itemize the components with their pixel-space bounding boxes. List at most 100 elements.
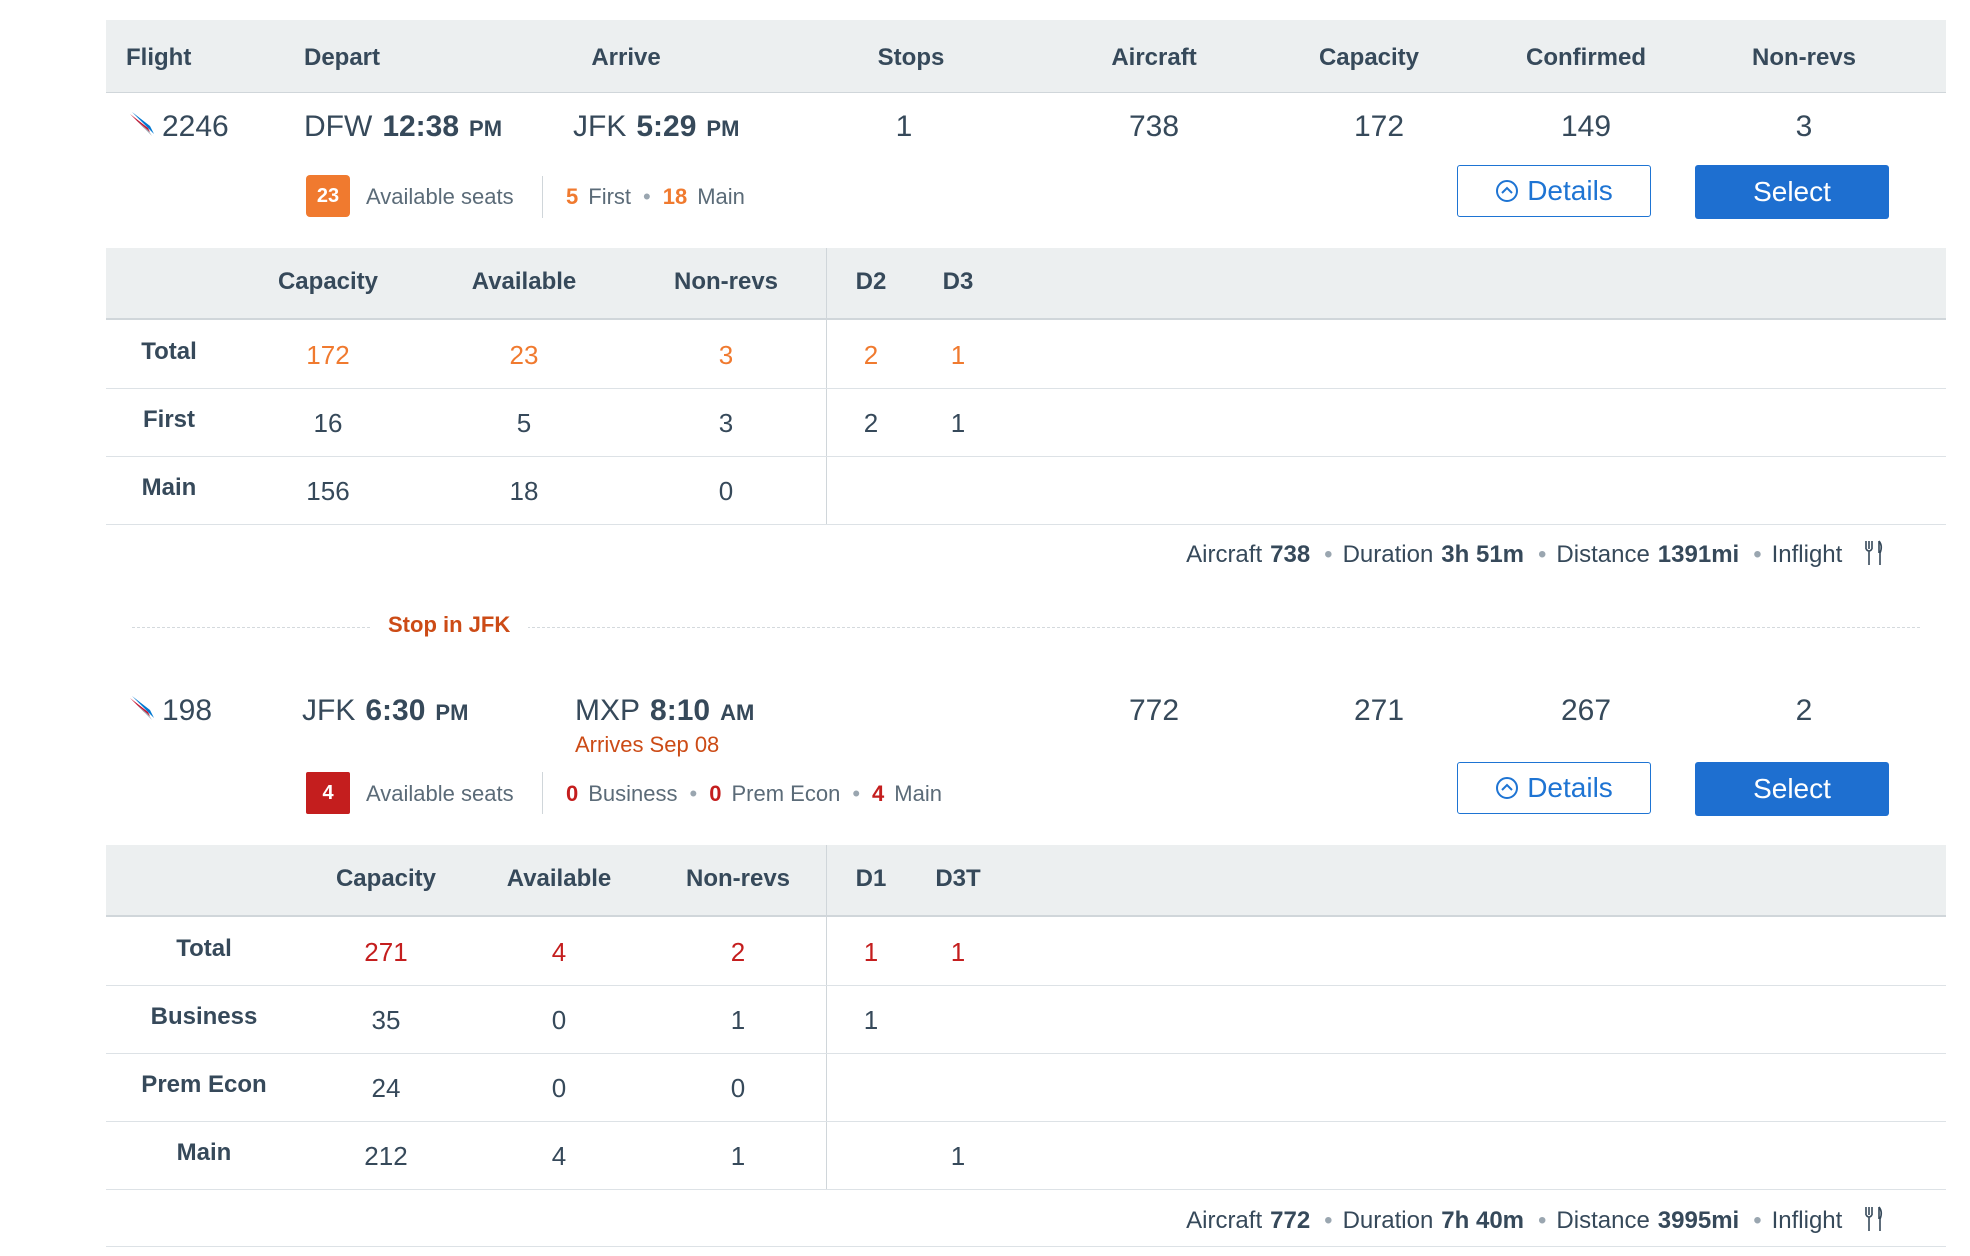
table-cell: 212: [364, 1141, 408, 1171]
available-seats-badge: 23: [306, 175, 350, 217]
cabin-availability: 5 First • 18 Main: [566, 184, 745, 209]
header-arrive: Arrive: [591, 44, 661, 71]
stops-value: 1: [895, 110, 913, 143]
confirmed-value: 267: [1560, 694, 1612, 727]
table-cell: 0: [730, 1073, 746, 1103]
table-cell: 5: [516, 408, 532, 438]
aircraft-value: 738: [1128, 110, 1180, 143]
select-button[interactable]: Select: [1695, 762, 1889, 816]
row-label-first: First: [142, 406, 196, 433]
flight-number: 2246: [128, 110, 229, 144]
table-cell: 4: [551, 937, 567, 967]
table-cell: 0: [551, 1073, 567, 1103]
th-nonrevs: Non-revs: [685, 865, 791, 892]
airline-logo-icon: [130, 696, 154, 720]
flight-info-line: Aircraft 738 • Duration 3h 51m • Distance 1391m…: [1186, 540, 1885, 569]
row-label-prem-econ: Prem Econ: [141, 1071, 267, 1098]
table-cell: 1: [863, 1005, 879, 1035]
aircraft-value: 772: [1128, 694, 1180, 727]
table-cell: 35: [371, 1005, 401, 1035]
capacity-value: 172: [1353, 110, 1405, 143]
cabin-availability: 0 Business • 0 Prem Econ • 4 Main: [566, 781, 942, 806]
arrive-info: JFK 5:29 PM: [573, 110, 739, 144]
row-divider: [106, 1246, 1946, 1247]
header-capacity: Capacity: [1318, 44, 1420, 71]
table-cell: 1: [730, 1005, 746, 1035]
row-divider: [106, 1189, 1946, 1190]
arrive-time: 8:10: [650, 694, 711, 727]
flight-info-line: Aircraft 772 • Duration 7h 40m • Distance 3995m…: [1186, 1206, 1885, 1235]
arrive-ampm: AM: [720, 700, 755, 725]
flight-results: Flight Depart Arrive Stops Aircraft Capa…: [0, 0, 1970, 1256]
table-cell: 1: [730, 1141, 746, 1171]
table-cell: 3: [718, 408, 734, 438]
th-capacity: Capacity: [335, 865, 437, 892]
table-cell: 2: [863, 340, 879, 370]
row-divider: [106, 456, 1946, 457]
arrive-ampm: PM: [706, 116, 740, 141]
table-cell: 18: [509, 476, 539, 506]
table-cell: 0: [551, 1005, 567, 1035]
row-label-main: Main: [176, 1139, 232, 1166]
row-label-main: Main: [141, 474, 197, 501]
table-cell: 0: [718, 476, 734, 506]
table-cell: 3: [718, 340, 734, 370]
th-available: Available: [506, 865, 612, 892]
row-label-business: Business: [150, 1003, 258, 1030]
arrives-date-note: Arrives Sep 08: [575, 732, 720, 757]
table-cell: 172: [306, 340, 350, 370]
header-confirmed: Confirmed: [1526, 44, 1646, 71]
depart-airport: JFK: [302, 694, 356, 727]
available-seats-label: Available seats: [366, 184, 514, 209]
capacity-value: 271: [1353, 694, 1405, 727]
th-available: Available: [471, 268, 577, 295]
depart-airport: DFW: [304, 110, 373, 143]
stop-label: Stop in JFK: [370, 612, 529, 638]
table-cell: 4: [551, 1141, 567, 1171]
fork-knife-icon: [1865, 540, 1883, 565]
header-stops: Stops: [877, 44, 945, 71]
chevron-up-circle-icon: [1496, 180, 1519, 202]
seat-table-header: Capacity Available Non-revs D2 D3: [106, 248, 1946, 320]
header-aircraft: Aircraft: [1111, 44, 1197, 71]
th-capacity: Capacity: [277, 268, 379, 295]
th-d3: D3: [942, 268, 974, 295]
row-label-total: Total: [176, 935, 232, 962]
arrive-airport: MXP: [575, 694, 641, 727]
nonrevs-value: 2: [1795, 694, 1813, 727]
depart-info: DFW 12:38 PM: [304, 110, 502, 144]
table-cell: 24: [371, 1073, 401, 1103]
row-divider: [106, 388, 1946, 389]
chevron-up-circle-icon: [1496, 777, 1519, 799]
table-cell: 1: [950, 340, 966, 370]
table-cell: 2: [863, 408, 879, 438]
details-button[interactable]: Details: [1457, 165, 1651, 217]
header-nonrevs: Non-revs: [1751, 44, 1857, 71]
table-cell: 1: [950, 937, 966, 967]
airline-logo-icon: [130, 112, 154, 136]
depart-time: 12:38: [382, 110, 460, 143]
th-d2: D2: [855, 268, 887, 295]
flight-number: 198: [128, 694, 212, 728]
th-nonrevs: Non-revs: [673, 268, 779, 295]
details-button[interactable]: Details: [1457, 762, 1651, 814]
available-seats-badge: 4: [306, 772, 350, 814]
arrive-airport: JFK: [573, 110, 627, 143]
depart-info: JFK 6:30 PM: [302, 694, 468, 728]
results-header: Flight Depart Arrive Stops Aircraft Capa…: [106, 20, 1946, 93]
seat-table-header: Capacity Available Non-revs D1 D3T: [106, 845, 1946, 917]
fork-knife-icon: [1865, 1206, 1883, 1231]
table-cell: 1: [950, 408, 966, 438]
arrive-time: 5:29: [636, 110, 697, 143]
row-divider: [106, 985, 1946, 986]
select-button[interactable]: Select: [1695, 165, 1889, 219]
row-label-total: Total: [141, 338, 197, 365]
depart-ampm: PM: [435, 700, 469, 725]
table-cell: 23: [509, 340, 539, 370]
divider: [542, 176, 543, 218]
table-cell: 2: [730, 937, 746, 967]
th-d3t: D3T: [935, 865, 981, 892]
depart-ampm: PM: [469, 116, 503, 141]
depart-time: 6:30: [365, 694, 426, 727]
nonrevs-value: 3: [1795, 110, 1813, 143]
